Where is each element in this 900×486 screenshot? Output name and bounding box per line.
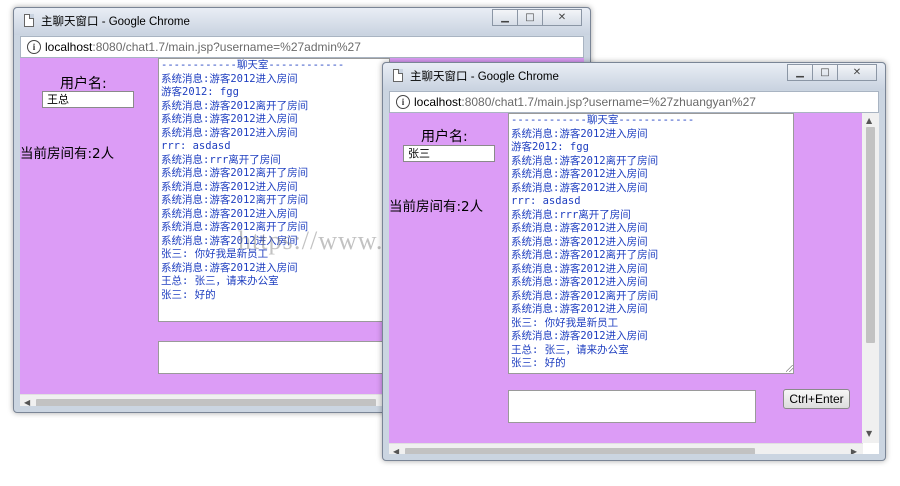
- chat-message-line: 系统消息:游客2012进入房间: [511, 303, 648, 315]
- chat-message-line: rrr: asdasd: [511, 195, 581, 207]
- chat-message-line: 系统消息:游客2012进入房间: [511, 276, 648, 288]
- chat-message-line: 系统消息:游客2012进入房间: [511, 181, 648, 194]
- info-icon[interactable]: i: [396, 95, 410, 109]
- page-icon: [24, 14, 34, 27]
- room-count: 当前房间有:2人: [389, 199, 484, 215]
- chat-message-line: 系统消息:游客2012进入房间: [511, 330, 648, 342]
- chat-message-line: 系统消息:游客2012离开了房间: [161, 194, 309, 206]
- chat-window-zhuangyan[interactable]: 主聊天窗口 - Google Chrome ▁ □ ✕ i localhost:…: [382, 62, 886, 461]
- chat-message-line: 游客2012: fgg: [161, 86, 239, 98]
- scroll-left-arrow-icon[interactable]: ◀: [393, 447, 399, 454]
- chat-message-line: 系统消息:游客2012进入房间: [511, 168, 648, 180]
- username-field[interactable]: 张三: [403, 145, 495, 162]
- window-title: 主聊天窗口 - Google Chrome: [410, 71, 559, 83]
- address-bar[interactable]: i localhost:8080/chat1.7/main.jsp?userna…: [20, 36, 584, 58]
- chat-message-line: 系统消息:游客2012离开了房间: [511, 249, 659, 261]
- info-icon[interactable]: i: [27, 40, 41, 54]
- maximize-icon[interactable]: □: [517, 9, 543, 26]
- username-field[interactable]: 王总: [42, 91, 134, 108]
- chat-message-line: 系统消息:游客2012进入房间: [161, 126, 298, 139]
- title-bar[interactable]: 主聊天窗口 - Google Chrome ▁ □ ✕: [14, 8, 590, 35]
- chat-message-line: 游客2012: fgg: [511, 141, 589, 153]
- window-title: 主聊天窗口 - Google Chrome: [41, 16, 190, 28]
- chat-message-line: 系统消息:游客2012离开了房间: [511, 289, 659, 302]
- scroll-right-arrow-icon[interactable]: ▶: [851, 447, 857, 454]
- chat-message-line: 系统消息:游客2012进入房间: [511, 235, 648, 248]
- horizontal-scroll-thumb[interactable]: [36, 399, 376, 406]
- message-input[interactable]: [158, 341, 390, 374]
- chat-message-line: 张三: 好的: [161, 288, 216, 301]
- chat-message-line: 系统消息:游客2012进入房间: [161, 207, 298, 220]
- room-count: 当前房间有:2人: [20, 146, 115, 162]
- send-button[interactable]: Ctrl+Enter: [783, 389, 850, 409]
- chat-message-line: ------------聊天室------------: [161, 59, 345, 71]
- scroll-left-arrow-icon[interactable]: ◀: [24, 398, 30, 406]
- horizontal-scrollbar[interactable]: ◀ ▶: [389, 443, 863, 454]
- chat-message-line: 系统消息:游客2012进入房间: [161, 72, 298, 85]
- chat-message-line: 系统消息:游客2012进入房间: [511, 222, 648, 234]
- minimize-icon[interactable]: ▁: [787, 64, 813, 81]
- chat-message-line: ------------聊天室------------: [511, 114, 695, 126]
- username-label: 用户名:: [421, 129, 468, 145]
- chat-message-line: 系统消息:游客2012进入房间: [511, 262, 648, 275]
- close-icon[interactable]: ✕: [837, 64, 877, 81]
- scroll-down-arrow-icon[interactable]: ▼: [866, 429, 872, 438]
- url-text[interactable]: localhost:8080/chat1.7/main.jsp?username…: [45, 40, 361, 54]
- chat-message-line: 系统消息:游客2012进入房间: [161, 113, 298, 125]
- minimize-icon[interactable]: ▁: [492, 9, 518, 26]
- horizontal-scroll-thumb[interactable]: [405, 448, 755, 454]
- address-bar[interactable]: i localhost:8080/chat1.7/main.jsp?userna…: [389, 91, 879, 113]
- chat-message-line: 王总: 张三，请来办公室: [161, 275, 279, 287]
- chat-log[interactable]: ------------聊天室------------ 系统消息:游客2012进入…: [508, 113, 794, 374]
- title-bar[interactable]: 主聊天窗口 - Google Chrome ▁ □ ✕: [383, 63, 885, 90]
- chat-message-line: 系统消息:游客2012离开了房间: [161, 167, 309, 179]
- vertical-scrollbar[interactable]: ▲ ▼: [862, 113, 879, 443]
- chat-message-line: 系统消息:游客2012进入房间: [161, 261, 298, 274]
- close-icon[interactable]: ✕: [542, 9, 582, 26]
- chat-message-line: 张三: 好的: [511, 357, 566, 369]
- chat-message-line: 王总: 张三，请来办公室: [511, 343, 629, 356]
- chat-message-line: 张三: 你好我是新员工: [511, 316, 619, 329]
- username-label: 用户名:: [60, 76, 107, 92]
- chat-message-line: rrr: asdasd: [161, 140, 231, 152]
- message-input[interactable]: [508, 390, 756, 423]
- chat-message-line: 系统消息:rrr离开了房间: [161, 153, 281, 166]
- page-content: 用户名: 张三 当前房间有:2人 ------------聊天室--------…: [389, 113, 879, 454]
- chat-message-line: 系统消息:游客2012进入房间: [161, 180, 298, 193]
- maximize-icon[interactable]: □: [812, 64, 838, 81]
- chat-message-line: 系统消息:rrr离开了房间: [511, 208, 631, 221]
- chat-page: 用户名: 张三 当前房间有:2人 ------------聊天室--------…: [389, 113, 863, 443]
- vertical-scroll-thumb[interactable]: [866, 127, 875, 343]
- chat-log[interactable]: ------------聊天室------------ 系统消息:游客2012进入…: [158, 58, 390, 322]
- chat-message-line: 系统消息:游客2012离开了房间: [511, 154, 659, 167]
- chat-message-line: 系统消息:游客2012离开了房间: [161, 99, 309, 112]
- page-icon: [393, 69, 403, 82]
- chat-message-line: 系统消息:游客2012进入房间: [511, 127, 648, 140]
- scroll-up-arrow-icon[interactable]: ▲: [866, 116, 872, 125]
- url-text[interactable]: localhost:8080/chat1.7/main.jsp?username…: [414, 95, 756, 109]
- resize-grip-icon[interactable]: [786, 365, 793, 372]
